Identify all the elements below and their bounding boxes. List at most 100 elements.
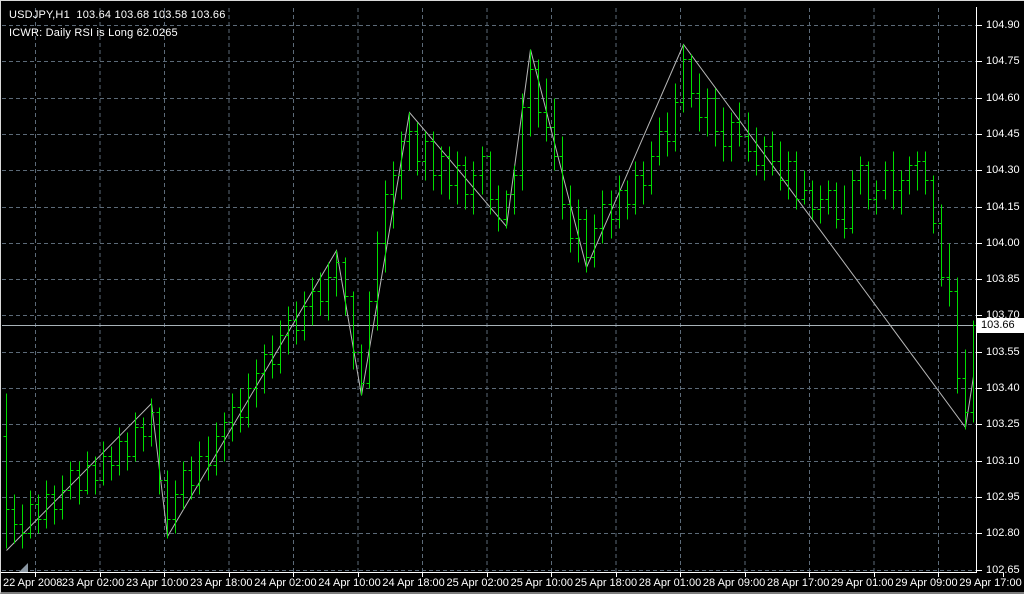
time-axis-label: 25 Apr 02:00: [446, 577, 508, 589]
ohlc-bar: [431, 132, 437, 191]
ohlc-bar: [729, 113, 735, 162]
ohlc-bar: [705, 89, 711, 137]
ohlc-bar: [681, 45, 687, 113]
time-axis-label: 28 Apr 09:00: [703, 577, 765, 589]
price-axis-tick: [977, 207, 982, 208]
price-axis-label: 104.15: [986, 201, 1020, 214]
time-axis-label: 28 Apr 17:00: [767, 577, 829, 589]
ohlc-bar: [471, 162, 477, 215]
price-axis-label: 104.60: [986, 92, 1020, 105]
ohlc-bar: [939, 205, 945, 287]
ohlc-bar: [746, 113, 752, 162]
ohlc-bar: [858, 157, 864, 195]
ohlc-bar: [713, 89, 719, 147]
ohlc-bar: [931, 176, 937, 234]
time-axis-label: 23 Apr 18:00: [190, 577, 252, 589]
ohlc-bar: [4, 394, 10, 549]
ohlc-bar: [367, 292, 373, 389]
price-axis-label: 103.10: [986, 455, 1020, 468]
symbol-title: USDJPY,H1 103.64 103.68 103.58 103.66: [9, 9, 226, 21]
price-axis-label: 103.85: [986, 273, 1020, 286]
ohlc-bar: [359, 345, 365, 396]
ohlc-bar: [214, 423, 220, 476]
price-axis-tick: [977, 533, 982, 534]
ohlc-bar: [576, 200, 582, 263]
ohlc-bar: [278, 321, 284, 374]
ohlc-bar: [657, 118, 663, 166]
ohlc-bar: [52, 486, 58, 525]
price-axis-tick: [977, 243, 982, 244]
time-axis-label: 25 Apr 10:00: [511, 577, 573, 589]
price-axis-tick: [977, 315, 982, 316]
price-axis-tick: [977, 424, 982, 425]
price-axis-tick: [977, 497, 982, 498]
ohlc-bar: [447, 147, 453, 200]
ohlc-bar: [842, 186, 848, 239]
ohlc-bar: [85, 452, 91, 495]
time-axis-label: 25 Apr 18:00: [575, 577, 637, 589]
ohlc-bar: [334, 251, 340, 297]
ohlc-bar: [12, 495, 18, 544]
ohlc-bar: [544, 79, 550, 142]
time-axis-label: 29 Apr 01:00: [831, 577, 893, 589]
ohlc-bar: [536, 60, 542, 128]
ohlc-bar: [351, 292, 357, 370]
ohlc-bar: [270, 336, 276, 379]
price-axis-label: 104.75: [986, 55, 1020, 68]
ohlc-bar: [133, 413, 139, 462]
time-axis-label: 29 Apr 09:00: [895, 577, 957, 589]
ohlc-bar: [697, 74, 703, 132]
ohlc-bars-layer: [4, 45, 977, 549]
grid-layer: [2, 8, 976, 572]
price-axis-label: 102.95: [986, 491, 1020, 504]
ohlc-bar: [826, 181, 832, 215]
price-axis-label: 103.40: [986, 382, 1020, 395]
time-axis-label: 24 Apr 02:00: [254, 577, 316, 589]
ohlc-bar: [762, 137, 768, 181]
ohlc-bar: [737, 103, 743, 147]
price-axis-label: 104.45: [986, 128, 1020, 141]
price-axis-label: 103.55: [986, 346, 1020, 359]
price-axis-tick: [977, 98, 982, 99]
price-axis-tick: [977, 25, 982, 26]
ohlc-bar: [923, 152, 929, 195]
ohlc-bar: [206, 437, 212, 481]
time-axis-border: [1, 572, 977, 573]
scroll-end-marker-icon: [19, 563, 28, 572]
ohlc-bar: [44, 481, 50, 529]
ohlc-bar: [36, 495, 42, 534]
price-axis[interactable]: 104.90104.75104.60104.45104.30104.15104.…: [977, 1, 1024, 573]
time-axis[interactable]: 22 Apr 200823 Apr 02:0023 Apr 10:0023 Ap…: [1, 573, 1024, 593]
ohlc-bar: [850, 171, 856, 234]
indicator-status: ICWR: Daily RSI is Long 62.0265: [9, 27, 178, 39]
price-chart[interactable]: [2, 8, 976, 573]
ohlc-bar: [641, 162, 647, 205]
ohlc-bar: [592, 215, 598, 268]
ohlc-bar: [238, 389, 244, 433]
ohlc-bar: [415, 123, 421, 176]
ohlc-bar: [407, 113, 413, 171]
ohlc-bar: [141, 418, 147, 452]
ohlc-bar: [778, 142, 784, 191]
price-axis-tick: [977, 461, 982, 462]
ohlc-bar: [810, 181, 816, 220]
ohlc-bar: [496, 186, 502, 232]
ohlc-bar: [423, 132, 429, 181]
ohlc-bar: [254, 360, 260, 408]
time-axis-label: 23 Apr 10:00: [126, 577, 188, 589]
ohlc-bar: [101, 442, 107, 486]
ohlc-bar: [463, 157, 469, 210]
time-axis-label: 24 Apr 18:00: [382, 577, 444, 589]
time-axis-label: 22 Apr 2008: [3, 577, 62, 589]
price-axis-border: [976, 7, 977, 573]
price-axis-tick: [977, 170, 982, 171]
ohlc-bar: [907, 157, 913, 195]
ohlc-bar: [866, 162, 872, 210]
price-axis-label: 104.90: [986, 19, 1020, 32]
ohlc-bar: [399, 132, 405, 200]
ohlc-bar: [20, 505, 26, 549]
price-axis-label: 104.30: [986, 164, 1020, 177]
chart-window: USDJPY,H1 103.64 103.68 103.58 103.66 IC…: [0, 0, 1024, 594]
ohlc-bar: [625, 181, 631, 220]
price-axis-tick: [977, 388, 982, 389]
